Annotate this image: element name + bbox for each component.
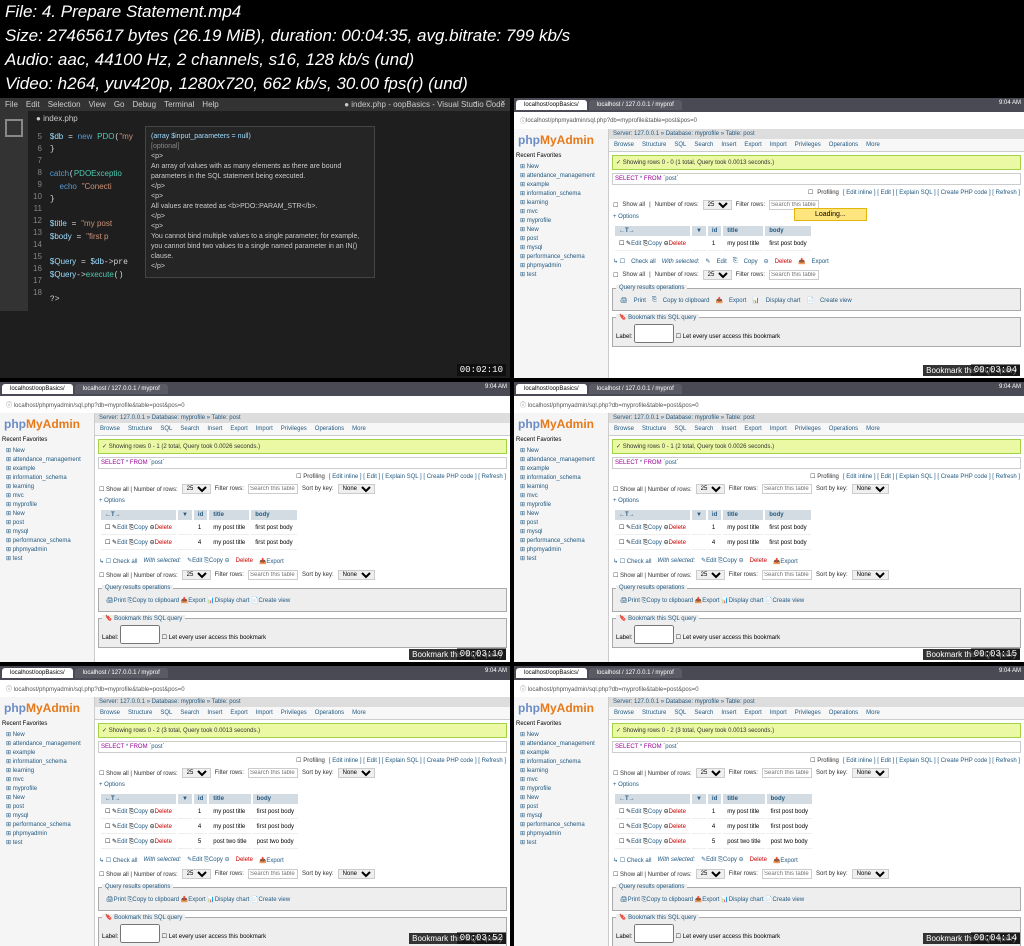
table-row[interactable]: ☐ ✎Edit ⎘Copy ⊖Delete1my post titlefirst… xyxy=(615,238,811,251)
window-controls[interactable]: −□× xyxy=(468,98,510,110)
vscode-menubar[interactable]: FileEditSelectionViewGoDebugTerminalHelp… xyxy=(0,98,510,111)
pma-panel-3: localhost/oopBasics/localhost / 127.0.0.… xyxy=(0,382,510,662)
line-numbers: 56789101112131415161718 xyxy=(33,131,50,306)
url-bar[interactable]: ⓘ localhost/phpmyadmin/sql.php?db=myprof… xyxy=(516,114,1022,127)
table-row[interactable]: ☐ ✎Edit ⎘Copy ⊖Delete1my post titlefirst… xyxy=(615,522,811,535)
rows-select[interactable]: 25 xyxy=(703,200,732,210)
browser-tabs[interactable]: localhost/oopBasics/ localhost / 127.0.0… xyxy=(514,98,1024,112)
timestamp: 00:02:10 xyxy=(457,364,506,376)
table-row[interactable]: ☐ ✎Edit ⎘Copy ⊖Delete1my post titlefirst… xyxy=(101,806,298,819)
table-row[interactable]: ☐ ✎Edit ⎘Copy ⊖Delete1my post titlefirst… xyxy=(615,806,812,819)
pma-panel-6: localhost/oopBasics/localhost / 127.0.0.… xyxy=(514,666,1024,946)
pma-main: Server: 127.0.0.1 » Database: myprofile … xyxy=(609,129,1024,378)
table-row[interactable]: ☐ ✎Edit ⎘Copy ⊖Delete5post two titlepost… xyxy=(101,836,298,849)
table-row[interactable]: ☐ ✎Edit ⎘Copy ⊖Delete1my post titlefirst… xyxy=(101,522,297,535)
file-info-line4: Video: h264, yuv420p, 1280x720, 662 kb/s… xyxy=(0,72,1024,96)
file-info-line3: Audio: aac, 44100 Hz, 2 channels, s16, 1… xyxy=(0,48,1024,72)
explorer-icon[interactable] xyxy=(5,119,23,137)
success-message: ✓ Showing rows 0 - 0 (1 total, Query too… xyxy=(612,155,1021,170)
vscode-panel: FileEditSelectionViewGoDebugTerminalHelp… xyxy=(0,98,510,378)
pma-panel-loading: localhost/oopBasics/ localhost / 127.0.0… xyxy=(514,98,1024,378)
timestamp: 00:03:04 xyxy=(971,364,1020,376)
bookmark-label[interactable] xyxy=(634,324,674,343)
table-row[interactable]: ☐ ✎Edit ⎘Copy ⊖Delete5post two titlepost… xyxy=(615,836,812,849)
table-row[interactable]: ☐ ✎Edit ⎘Copy ⊖Delete4my post titlefirst… xyxy=(615,821,812,834)
editor-tab[interactable]: ● index.php xyxy=(28,111,510,126)
table-row[interactable]: ☐ ✎Edit ⎘Copy ⊖Delete4my post titlefirst… xyxy=(615,537,811,550)
table-row[interactable]: ☐ ✎Edit ⎘Copy ⊖Delete4my post titlefirst… xyxy=(101,821,298,834)
pma-panel-5: localhost/oopBasics/localhost / 127.0.0.… xyxy=(0,666,510,946)
file-info-line1: File: 4. Prepare Statement.mp4 xyxy=(0,0,1024,24)
intellisense-tooltip: (array $input_parameters = null) [option… xyxy=(145,126,375,278)
table-row[interactable]: ☐ ✎Edit ⎘Copy ⊖Delete4my post titlefirst… xyxy=(101,537,297,550)
file-info-line2: Size: 27465617 bytes (26.19 MiB), durati… xyxy=(0,24,1024,48)
results-table: ←T→▼idtitlebody ☐ ✎Edit ⎘Copy ⊖Delete1my… xyxy=(613,224,813,253)
pma-panel-4: localhost/oopBasics/localhost / 127.0.0.… xyxy=(514,382,1024,662)
sql-query: SELECT * FROM `post` xyxy=(612,173,1021,185)
loading-indicator: Loading... xyxy=(794,208,867,221)
db-tree[interactable]: ⊞ New⊞ attendance_management⊞ example⊞ i… xyxy=(514,161,608,282)
query-ops: Query results operations 🖨Print ⎘Copy to… xyxy=(612,285,1021,311)
code-editor[interactable]: $db = new PDO("my } catch(PDOExceptio ec… xyxy=(50,131,133,306)
bulk-actions[interactable]: ↳ ☐ Check all With selected: ✎Edit ⎘Copy… xyxy=(609,255,1024,268)
breadcrumb[interactable]: Server: 127.0.0.1 » Database: myprofile … xyxy=(609,129,1024,139)
pma-tabs[interactable]: BrowseStructureSQLSearchInsertExportImpo… xyxy=(609,139,1024,152)
pma-sidebar[interactable]: phpMyAdmin Recent Favorites ⊞ New⊞ atten… xyxy=(514,129,609,378)
